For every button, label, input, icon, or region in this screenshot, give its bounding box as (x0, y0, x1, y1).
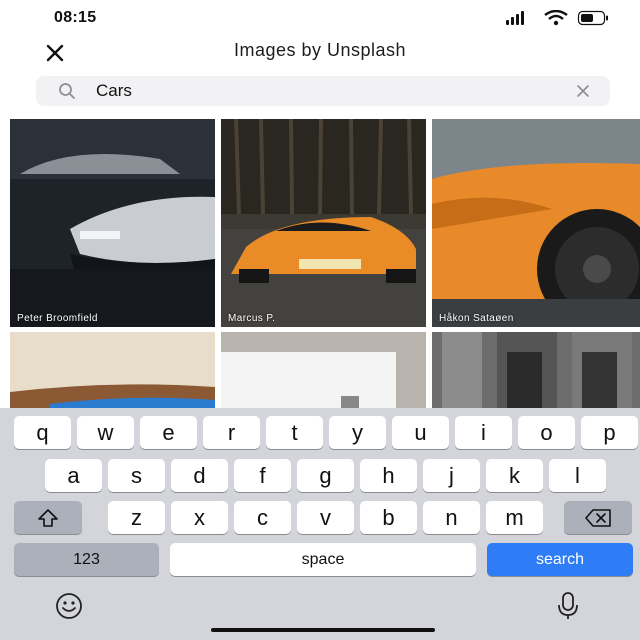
photo-tile[interactable]: Håkon Sataøen (432, 119, 640, 327)
key-f[interactable]: f (234, 459, 291, 492)
key-t[interactable]: t (266, 416, 323, 449)
key-s[interactable]: s (108, 459, 165, 492)
status-time: 08:15 (54, 9, 97, 26)
key-g[interactable]: g (297, 459, 354, 492)
photo-tile[interactable] (10, 332, 215, 412)
key-x[interactable]: x (171, 501, 228, 534)
key-h[interactable]: h (360, 459, 417, 492)
car-photo (221, 119, 426, 327)
photo-tile[interactable] (221, 332, 426, 412)
key-e[interactable]: e (140, 416, 197, 449)
key-a[interactable]: a (45, 459, 102, 492)
photo-credit: Peter Broomfield (17, 313, 98, 324)
key-v[interactable]: v (297, 501, 354, 534)
photo-tile[interactable]: Marcus P. (221, 119, 426, 327)
battery-icon (577, 10, 608, 26)
key-u[interactable]: u (392, 416, 449, 449)
signal-icon (506, 11, 524, 25)
wifi-icon (544, 9, 568, 26)
photo-tile[interactable]: Peter Broomfield (10, 119, 215, 327)
building-photo (432, 332, 640, 412)
key-z[interactable]: z (108, 501, 165, 534)
search-bar[interactable] (36, 76, 610, 106)
key-b[interactable]: b (360, 501, 417, 534)
search-input[interactable] (96, 79, 536, 103)
photo-credit: Håkon Sataøen (439, 313, 514, 324)
key-y[interactable]: y (329, 416, 386, 449)
key-c[interactable]: c (234, 501, 291, 534)
emoji-icon (56, 593, 82, 619)
car-photo (10, 119, 215, 327)
key-m[interactable]: m (486, 501, 543, 534)
car-photo (10, 332, 215, 412)
shift-icon (38, 508, 58, 527)
photo-credit: Marcus P. (228, 313, 276, 324)
clear-search-button[interactable] (574, 82, 592, 100)
key-i[interactable]: i (455, 416, 512, 449)
home-indicator (211, 628, 435, 632)
car-photo (432, 119, 640, 327)
dictation-button[interactable] (556, 591, 580, 621)
key-l[interactable]: l (549, 459, 606, 492)
key-p[interactable]: p (581, 416, 638, 449)
key-o[interactable]: o (518, 416, 575, 449)
space-key[interactable]: space (170, 543, 476, 576)
key-n[interactable]: n (423, 501, 480, 534)
page-title: Images by Unsplash (233, 40, 407, 60)
car-photo (221, 332, 426, 412)
backspace-icon (585, 508, 611, 527)
key-k[interactable]: k (486, 459, 543, 492)
backspace-key[interactable] (564, 501, 632, 534)
key-d[interactable]: d (171, 459, 228, 492)
key-w[interactable]: w (77, 416, 134, 449)
key-r[interactable]: r (203, 416, 260, 449)
microphone-icon (558, 592, 578, 619)
emoji-button[interactable] (55, 592, 83, 620)
search-key[interactable]: search (487, 543, 633, 576)
search-icon (58, 82, 76, 100)
key-j[interactable]: j (423, 459, 480, 492)
shift-key[interactable] (14, 501, 82, 534)
clear-icon (577, 85, 589, 97)
photo-tile[interactable] (432, 332, 640, 412)
status-icons (504, 9, 614, 26)
key-q[interactable]: q (14, 416, 71, 449)
numbers-key[interactable]: 123 (14, 543, 159, 576)
